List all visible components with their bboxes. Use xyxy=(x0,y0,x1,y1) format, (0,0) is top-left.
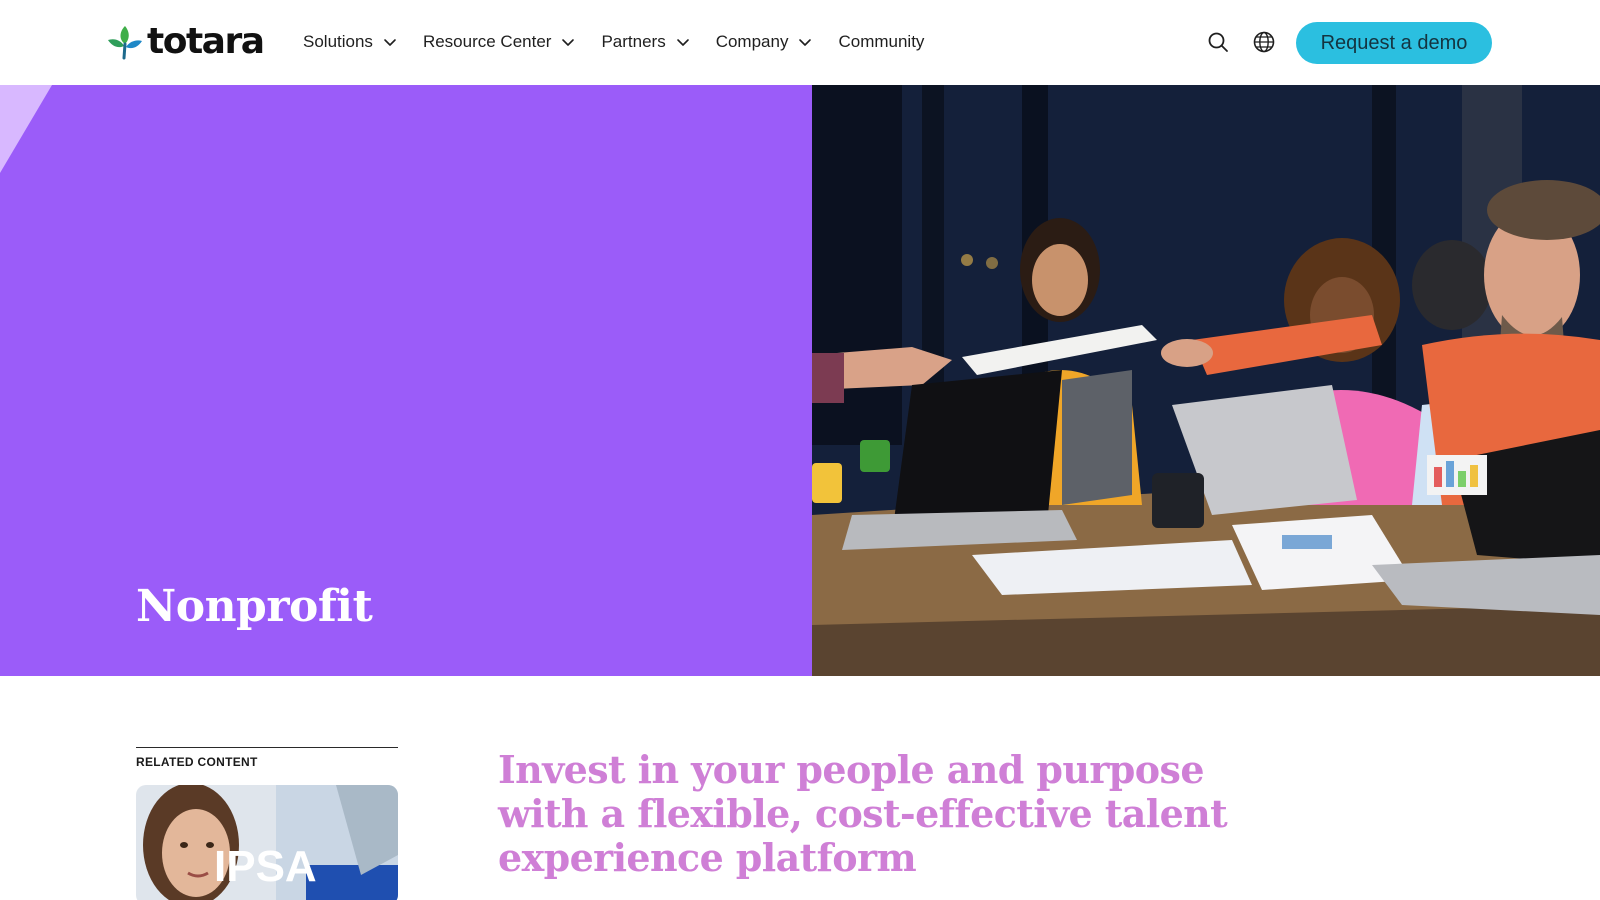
hero-purple-panel: Nonprofit xyxy=(0,85,812,676)
language-button[interactable] xyxy=(1248,26,1280,58)
request-demo-button[interactable]: Request a demo xyxy=(1296,22,1492,64)
search-button[interactable] xyxy=(1202,26,1234,58)
decorative-corner-shape xyxy=(0,85,52,173)
chevron-down-icon xyxy=(383,35,397,49)
totara-logo[interactable]: totara xyxy=(106,21,265,62)
nav-solutions[interactable]: Solutions xyxy=(303,32,397,52)
site-header: totara Solutions Resource Center Partner… xyxy=(0,0,1600,85)
related-content-label: RELATED CONTENT xyxy=(136,755,258,769)
chevron-down-icon xyxy=(798,35,812,49)
nav-label: Solutions xyxy=(303,32,373,51)
globe-icon xyxy=(1253,31,1275,53)
related-card-thumbnail: IPSA xyxy=(136,785,398,900)
page-title: Nonprofit xyxy=(136,581,373,632)
nav-resource-center[interactable]: Resource Center xyxy=(423,32,576,52)
search-icon xyxy=(1208,32,1228,52)
chevron-down-icon xyxy=(561,35,575,49)
team-meeting-photo xyxy=(812,85,1600,676)
nav-company[interactable]: Company xyxy=(716,32,813,52)
nav-partners[interactable]: Partners xyxy=(601,32,689,52)
hero-photo-team-meeting xyxy=(812,85,1600,676)
nav-community[interactable]: Community xyxy=(838,32,924,52)
nav-label: Partners xyxy=(601,32,666,51)
leaf-logo-icon xyxy=(108,26,142,60)
chevron-down-icon xyxy=(676,35,690,49)
related-divider xyxy=(136,747,398,748)
related-content-section: RELATED CONTENT xyxy=(136,747,398,769)
main-nav: Solutions Resource Center Partners Compa… xyxy=(303,30,950,54)
logo-wordmark: totara xyxy=(147,21,265,62)
related-card-ipsa[interactable]: IPSA xyxy=(136,785,398,900)
nav-label: Community xyxy=(838,32,925,51)
nav-label: Company xyxy=(715,32,789,51)
ipsa-logo-text: IPSA xyxy=(214,842,317,891)
section-headline: Invest in your people and purpose with a… xyxy=(498,747,1228,880)
nav-label: Resource Center xyxy=(422,32,552,51)
hero-banner: Nonprofit xyxy=(0,85,1600,676)
